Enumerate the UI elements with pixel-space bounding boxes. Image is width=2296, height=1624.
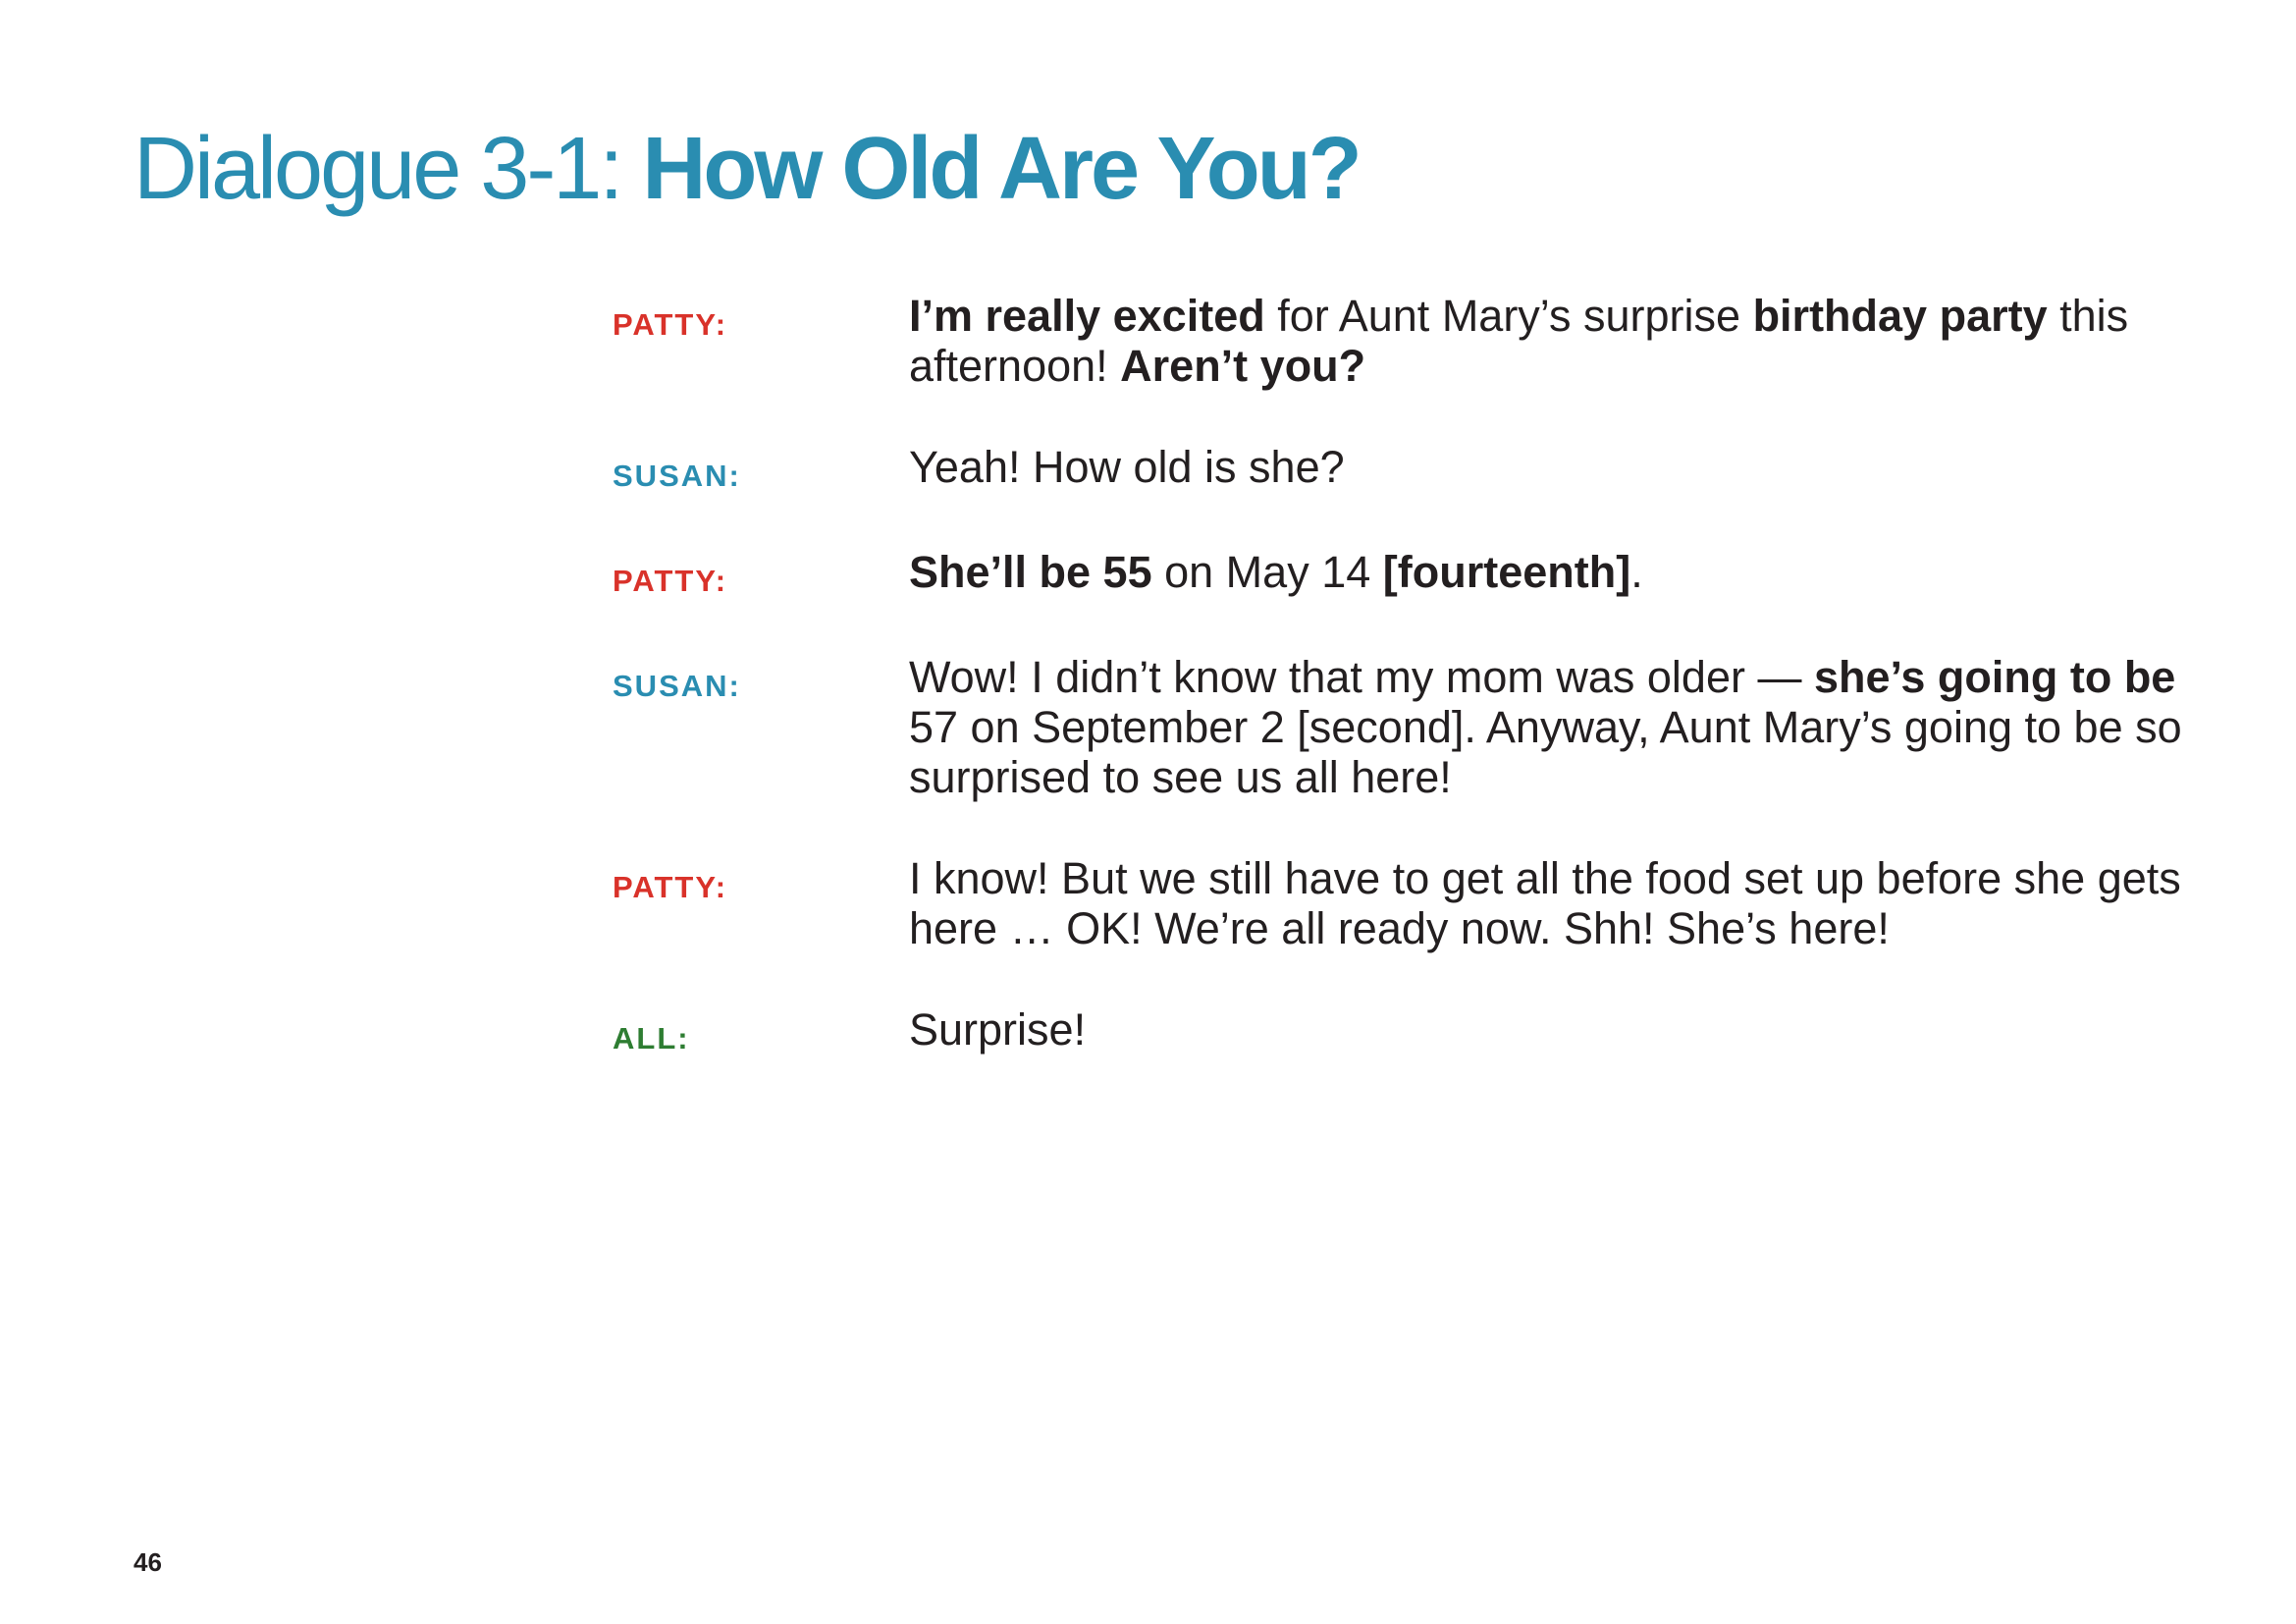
dialogue-text: I’m really excited for Aunt Mary’s surpr… [909, 291, 2183, 391]
speaker-label: SUSAN: [613, 669, 741, 703]
title-prefix: Dialogue 3-1: [133, 120, 643, 218]
dialogue-text: She’ll be 55 on May 14 [fourteenth]. [909, 547, 2183, 597]
dialogue-text: I know! But we still have to get all the… [909, 853, 2183, 953]
dialogue-list: PATTY: I’m really excited for Aunt Mary’… [613, 291, 2183, 1110]
dialogue-line: PATTY: I know! But we still have to get … [613, 853, 2183, 953]
text-segment: she’s going to be [1813, 652, 2176, 702]
text-segment: . [1630, 547, 1643, 597]
dialogue-line: PATTY: She’ll be 55 on May 14 [fourteent… [613, 547, 2183, 601]
dialogue-line: PATTY: I’m really excited for Aunt Mary’… [613, 291, 2183, 391]
title-main: How Old Are You? [642, 120, 1362, 218]
text-segment: Aren’t you? [1120, 341, 1366, 391]
speaker-label: ALL: [613, 1021, 690, 1056]
speaker-label: PATTY: [613, 870, 728, 904]
text-segment: Yeah! How old is she? [909, 442, 1345, 492]
dialogue-text: Surprise! [909, 1004, 2183, 1055]
text-segment: I know! But we still have to get all the… [909, 853, 2181, 953]
text-segment: on May 14 [1151, 547, 1383, 597]
text-segment: Surprise! [909, 1004, 1087, 1055]
dialogue-text: Wow! I didn’t know that my mom was older… [909, 652, 2183, 802]
text-segment: 57 on September 2 [second]. Anyway, Aunt… [909, 702, 2182, 802]
page-number: 46 [133, 1547, 162, 1577]
dialogue-line: SUSAN: Yeah! How old is she? [613, 442, 2183, 496]
text-segment: Wow! I didn’t know that my mom was older… [909, 652, 1814, 702]
dialogue-text: Yeah! How old is she? [909, 442, 2183, 492]
text-segment: birthday party [1752, 291, 2048, 341]
page-title: Dialogue 3-1: How Old Are You? [133, 110, 1362, 228]
text-segment: for Aunt Mary’s surprise [1264, 291, 1753, 341]
speaker-label: SUSAN: [613, 459, 741, 493]
speaker-label: PATTY: [613, 564, 728, 598]
text-segment: I’m really excited [909, 291, 1265, 341]
text-segment: She’ll be 55 [909, 547, 1152, 597]
speaker-label: PATTY: [613, 307, 728, 342]
text-segment: [fourteenth] [1382, 547, 1631, 597]
dialogue-line: SUSAN: Wow! I didn’t know that my mom wa… [613, 652, 2183, 802]
dialogue-line: ALL: Surprise! [613, 1004, 2183, 1058]
